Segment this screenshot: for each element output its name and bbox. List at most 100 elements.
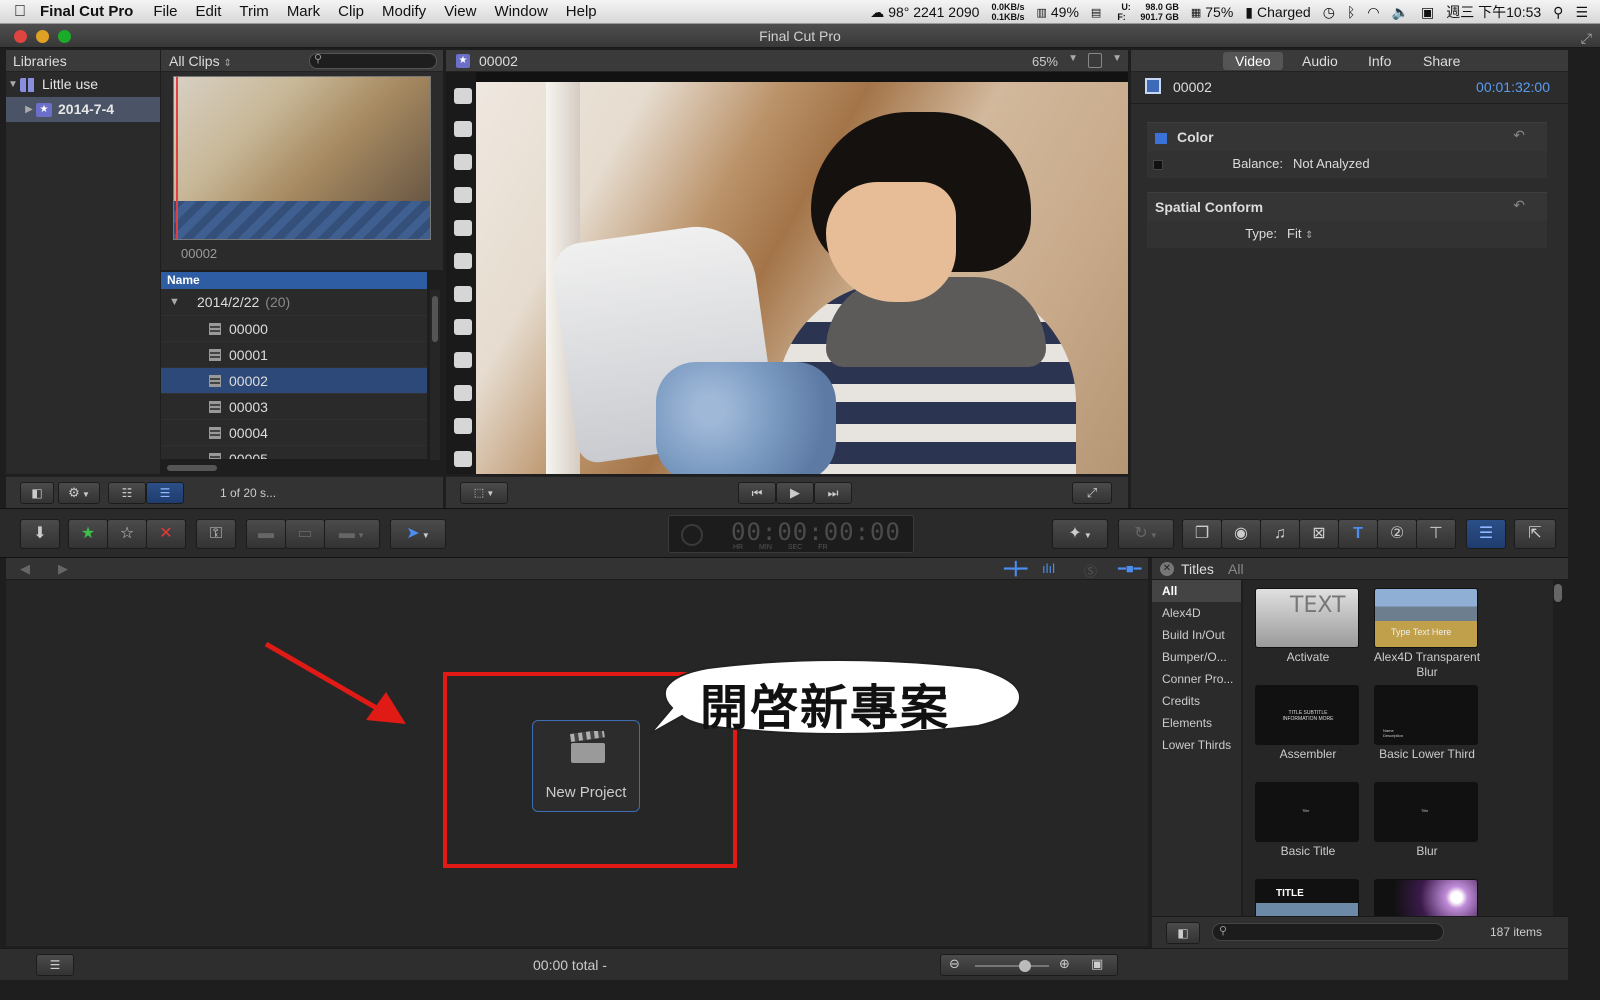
snapping-icon[interactable]: ━■━ (1118, 561, 1142, 577)
type-popup[interactable]: Fit ⇕ (1287, 226, 1313, 241)
filmstrip-view-button[interactable]: ☷ (108, 482, 146, 504)
titles-browser-button[interactable]: T (1338, 519, 1378, 549)
category-build-in-out[interactable]: Build In/Out (1152, 624, 1241, 646)
list-view-button[interactable]: ☰ (146, 482, 184, 504)
menu-modify[interactable]: Modify (382, 3, 426, 20)
category-all[interactable]: All (1152, 580, 1241, 602)
reset-icon[interactable]: ↶ (1513, 127, 1525, 144)
title-tile-assembler[interactable]: TITLE SUBTITLE INFORMATION MORE (1255, 685, 1359, 745)
transform-menu-button[interactable]: ⬚ ▼ (460, 482, 508, 504)
themes-browser-button[interactable]: ⊤ (1416, 519, 1456, 549)
timeline-index-button[interactable]: ☰ (36, 954, 74, 976)
go-to-start-button[interactable]: ⏮ (738, 482, 776, 504)
wifi-icon[interactable]: ◠ (1367, 4, 1379, 21)
import-button[interactable]: ⬇ (20, 519, 60, 549)
list-event-row[interactable]: ▼ 2014/2/22 (20) (161, 289, 427, 315)
menu-mark[interactable]: Mark (287, 3, 320, 20)
zoom-out-icon[interactable]: ⊖ (949, 956, 960, 972)
apple-menu-icon[interactable]:  (0, 3, 40, 21)
fullscreen-icon[interactable]: ⤢ (1581, 26, 1592, 50)
zoom-in-icon[interactable]: ⊕ (1059, 956, 1070, 972)
close-icon[interactable]: ✕ (1160, 562, 1174, 576)
skimmer-playhead[interactable] (176, 77, 178, 239)
weather-icon[interactable]: ☁ (870, 4, 884, 21)
retime-button[interactable]: ↻ ▼ (1118, 519, 1174, 549)
list-column-header-name[interactable]: Name (161, 272, 427, 289)
category-elements[interactable]: Elements (1152, 712, 1241, 734)
go-to-end-button[interactable]: ⏭ (814, 482, 852, 504)
list-item[interactable]: 00004 (161, 419, 427, 445)
select-tool-button[interactable]: ➤ ▼ (390, 519, 446, 549)
list-vertical-scrollbar[interactable] (430, 290, 440, 460)
scrollbar-thumb[interactable] (432, 296, 438, 342)
tab-audio[interactable]: Audio (1290, 52, 1350, 70)
toggle-categories-button[interactable]: ◧ (1166, 922, 1200, 944)
append-clip-button[interactable]: ▬ ▼ (324, 519, 380, 549)
menu-file[interactable]: File (153, 3, 177, 20)
input-method-icon[interactable]: ▣ (1421, 4, 1434, 21)
close-window-button[interactable] (14, 30, 27, 43)
list-horizontal-scrollbar[interactable] (161, 462, 443, 474)
category-credits[interactable]: Credits (1152, 690, 1241, 712)
title-tile-basic-title[interactable]: Title (1255, 782, 1359, 842)
list-item[interactable]: 00001 (161, 341, 427, 367)
menu-trim[interactable]: Trim (239, 3, 268, 20)
dashboard-timecode[interactable]: 00:00:00:00 HR MIN SEC FR (668, 515, 914, 553)
list-item[interactable]: 00005 (161, 445, 427, 459)
insert-clip-button[interactable]: ▭ (285, 519, 325, 549)
tab-info[interactable]: Info (1356, 52, 1403, 70)
music-browser-button[interactable]: ♫ (1260, 519, 1300, 549)
background-task-icon[interactable] (681, 524, 703, 546)
battery-status[interactable]: Charged (1257, 4, 1311, 20)
keyword-editor-button[interactable]: ⚿ (196, 519, 236, 549)
viewer-zoom-popup[interactable]: 65% (1032, 54, 1058, 69)
timeline-appearance-icon[interactable]: ▣ (1091, 956, 1103, 972)
disk-readout[interactable]: U: 98.0 GB F: 901.7 GB (1105, 2, 1179, 22)
disclosure-triangle-icon[interactable]: ▶ (22, 97, 36, 122)
titles-filter[interactable]: All (1228, 561, 1244, 577)
clip-filter-popup[interactable]: All Clips ⇕ (169, 53, 232, 69)
spatial-conform-header[interactable]: Spatial Conform (1147, 193, 1547, 221)
menu-clip[interactable]: Clip (338, 3, 364, 20)
audio-waveform-icon[interactable]: ılıl (1042, 561, 1055, 576)
titles-scrollbar-thumb[interactable] (1554, 584, 1562, 602)
title-tile-activate[interactable]: TEXT (1255, 588, 1359, 648)
disclosure-triangle-icon[interactable]: ▼ (169, 289, 183, 315)
clip-thumbnail[interactable] (173, 76, 431, 240)
menu-view[interactable]: View (444, 3, 476, 20)
share-button[interactable]: ⇱ (1514, 519, 1556, 549)
unrate-button[interactable]: ☆ (107, 519, 147, 549)
effects-browser-button[interactable]: ❐ (1182, 519, 1222, 549)
memory-readout[interactable]: 49% (1051, 4, 1079, 20)
clock[interactable]: 週三 下午10:53 (1446, 2, 1541, 22)
balance-checkbox[interactable] (1153, 159, 1163, 170)
minimize-window-button[interactable] (36, 30, 49, 43)
library-item-little-use[interactable]: ▼ Little use (6, 72, 160, 97)
menu-help[interactable]: Help (566, 3, 597, 20)
view-options-icon[interactable] (1088, 53, 1102, 68)
category-conner[interactable]: Conner Pro... (1152, 668, 1241, 690)
tab-video[interactable]: Video (1223, 52, 1283, 70)
reset-icon[interactable]: ↶ (1513, 197, 1525, 214)
enable-checkbox[interactable] (1155, 132, 1167, 144)
tab-share[interactable]: Share (1411, 52, 1472, 70)
zoom-slider-track[interactable] (975, 965, 1049, 967)
category-bumper[interactable]: Bumper/O... (1152, 646, 1241, 668)
category-alex4d[interactable]: Alex4D (1152, 602, 1241, 624)
bluetooth-icon[interactable]: ᛒ (1347, 4, 1355, 20)
titles-search-input[interactable]: ⚲ (1212, 923, 1444, 941)
play-button[interactable]: ▶ (776, 482, 814, 504)
transitions-browser-button[interactable]: ⊠ (1299, 519, 1339, 549)
enhancements-button[interactable]: ✦ ▼ (1052, 519, 1108, 549)
network-readout[interactable]: 0.0KB/s 0.1KB/s (991, 2, 1024, 22)
title-tile-alex4d-blur[interactable]: Type Text Here (1374, 588, 1478, 648)
spotlight-icon[interactable]: ⚲ (1553, 4, 1563, 21)
list-item-selected[interactable]: 00002 (161, 367, 427, 393)
title-tile-blur[interactable]: Title (1374, 782, 1478, 842)
title-tile-lens-flare[interactable] (1374, 879, 1478, 916)
title-tile-basic-lower-third[interactable]: Name Description (1374, 685, 1478, 745)
chevron-down-icon[interactable]: ▼ (1112, 53, 1122, 64)
solo-icon[interactable]: Ⓢ (1084, 561, 1097, 580)
toggle-libraries-button[interactable]: ◧ (20, 482, 54, 504)
disclosure-triangle-icon[interactable]: ▼ (6, 72, 20, 97)
